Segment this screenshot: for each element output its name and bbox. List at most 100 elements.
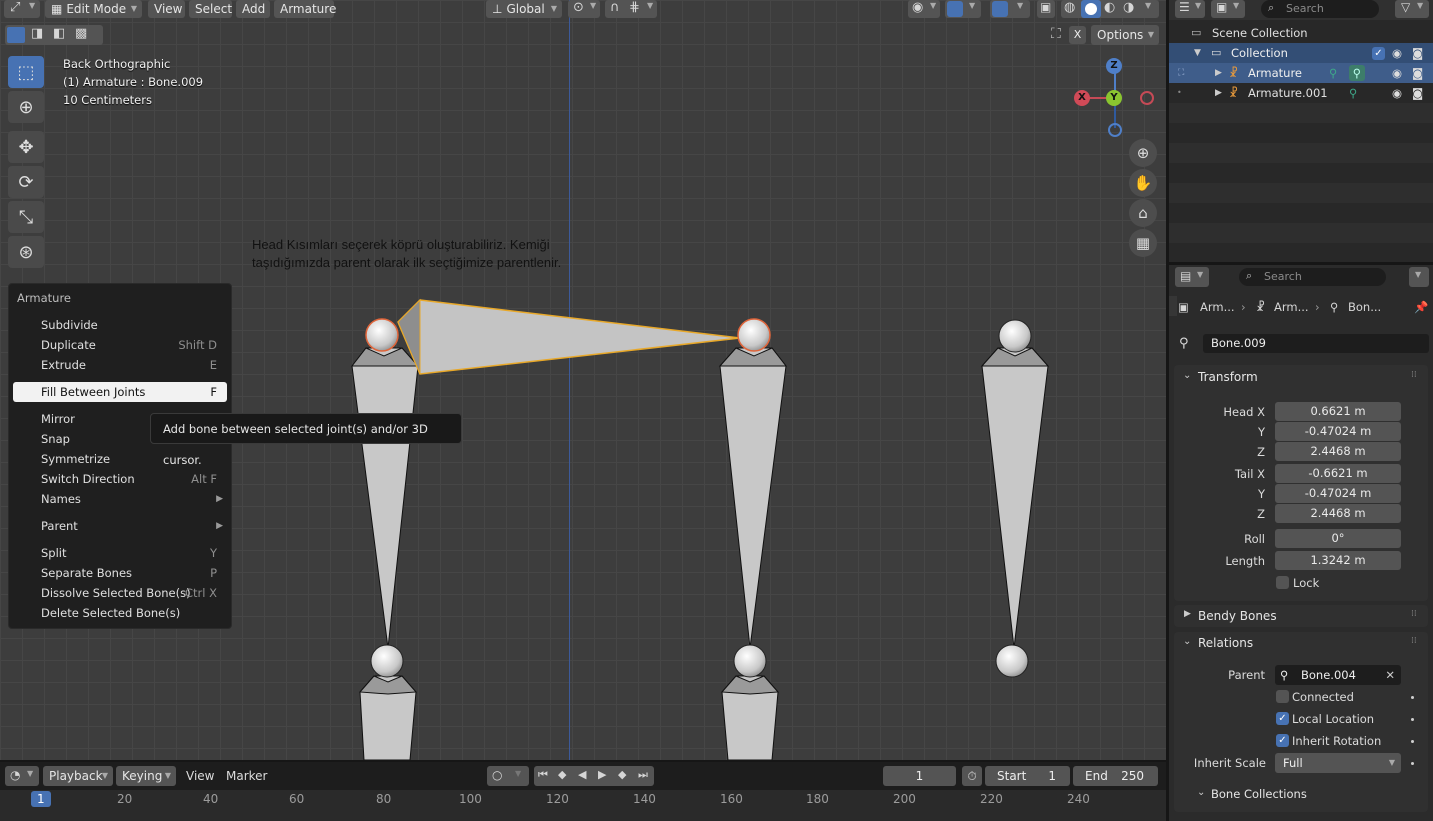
auto-keying-toggle[interactable]: ○ ▼ xyxy=(487,766,529,786)
area-divider[interactable] xyxy=(1166,0,1169,821)
expand-right-icon[interactable]: ▶ xyxy=(1184,609,1191,619)
play-reverse-icon[interactable]: ◀ xyxy=(578,768,586,781)
timeline-view-menu[interactable]: View xyxy=(186,766,214,786)
outliner-row-armature-001[interactable]: • ▶ ☧ Armature.001 ⚲ ◉ ◙ xyxy=(1169,83,1433,103)
keyframe-dot-icon[interactable] xyxy=(1411,718,1414,721)
connected-checkbox[interactable] xyxy=(1276,690,1289,703)
outliner-search-input[interactable]: ⌕ Search xyxy=(1261,0,1379,18)
collapse-down-icon[interactable]: ⌄ xyxy=(1183,370,1191,381)
relations-header[interactable]: Relations xyxy=(1198,636,1253,650)
menu-item-extrude[interactable]: Extrude E xyxy=(13,355,227,375)
display-mode-select[interactable]: ▣ ▼ xyxy=(1211,0,1245,18)
local-location-checkbox[interactable]: ✓ xyxy=(1276,712,1289,725)
head-z-field[interactable]: 2.4468 m xyxy=(1275,442,1401,461)
breadcrumb: ▣ Arm... › ☧ Arm... › ⚲ Bon... 📌 xyxy=(1178,300,1429,314)
clear-icon[interactable]: ✕ xyxy=(1385,665,1395,685)
keyframe-dot-icon[interactable] xyxy=(1411,696,1414,699)
tail-x-field[interactable]: -0.6621 m xyxy=(1275,464,1401,483)
expand-right-icon[interactable]: ▶ xyxy=(1215,63,1222,83)
keyframe-dot-icon[interactable] xyxy=(1411,740,1414,743)
outliner-row-scene-collection[interactable]: ▭ Scene Collection xyxy=(1169,23,1433,43)
expand-down-icon[interactable]: ▼ xyxy=(1194,43,1201,63)
inherit-scale-select[interactable]: Full ▼ xyxy=(1275,753,1401,773)
properties-options[interactable]: ▼ xyxy=(1409,267,1429,287)
tail-z-field[interactable]: 2.4468 m xyxy=(1275,504,1401,523)
filter-button[interactable]: ▽ ▼ xyxy=(1395,0,1429,18)
playback-menu[interactable]: Playback ▼ xyxy=(43,766,113,786)
bone-name-field[interactable]: Bone.009 xyxy=(1203,334,1429,353)
drag-handle-icon[interactable]: ⁞⁞ xyxy=(1411,370,1417,380)
menu-item-subdivide[interactable]: Subdivide xyxy=(13,315,227,335)
preview-range-toggle[interactable]: ⏱ xyxy=(962,766,982,786)
properties-search-input[interactable]: ⌕ Search xyxy=(1239,268,1386,286)
jump-start-icon[interactable]: ⏮ xyxy=(538,768,548,782)
outliner[interactable]: ☰ ▼ ▣ ▼ ⌕ Search ▽ ▼ ▭ Scene Collection ▼ ▭… xyxy=(1169,0,1433,262)
keying-menu[interactable]: Keying ▼ xyxy=(116,766,176,786)
eye-icon[interactable]: ◉ xyxy=(1392,43,1402,63)
jump-end-icon[interactable]: ⏭ xyxy=(638,768,648,782)
pose-data-icon: ⚲ xyxy=(1349,65,1365,81)
armature-data-icon: ⚲ xyxy=(1329,66,1338,80)
camera-render-icon[interactable]: ◙ xyxy=(1412,83,1423,103)
next-keyframe-icon[interactable]: ◆ xyxy=(618,768,626,781)
collapse-down-icon[interactable]: ⌄ xyxy=(1183,636,1191,647)
outliner-empty-row xyxy=(1169,143,1433,163)
menu-item-separate-bones[interactable]: Separate Bones P xyxy=(13,563,227,583)
drag-handle-icon[interactable]: ⁞⁞ xyxy=(1411,609,1417,619)
inherit-rotation-checkbox[interactable]: ✓ xyxy=(1276,734,1289,747)
outliner-editor-type[interactable]: ☰ ▼ xyxy=(1175,0,1205,18)
bone-left-upper xyxy=(351,347,419,649)
outliner-row-armature[interactable]: ⛶ ▶ ☧ Armature ⚲ ⚲ ◉ ◙ xyxy=(1169,63,1433,83)
timeline-editor-type[interactable]: ◔ ▼ xyxy=(5,766,39,786)
bendy-bones-header[interactable]: Bendy Bones xyxy=(1198,609,1277,623)
eye-icon[interactable]: ◉ xyxy=(1392,63,1402,83)
bone-collections-header[interactable]: Bone Collections xyxy=(1211,787,1307,801)
area-divider[interactable] xyxy=(1169,262,1433,265)
menu-item-names[interactable]: Names ▶ xyxy=(13,489,227,509)
pose-mode-icon[interactable]: ⛶ xyxy=(1178,63,1184,83)
pin-icon[interactable]: 📌 xyxy=(1414,300,1428,314)
tail-y-field[interactable]: -0.47024 m xyxy=(1275,484,1401,503)
menu-item-delete-bones[interactable]: Delete Selected Bone(s) xyxy=(13,603,227,623)
parent-field[interactable]: ⚲ Bone.004 ✕ xyxy=(1275,665,1401,685)
roll-field[interactable]: 0° xyxy=(1275,529,1401,548)
expand-right-icon[interactable]: ▶ xyxy=(1215,83,1222,103)
ruler-tick: 220 xyxy=(980,792,1003,806)
prev-keyframe-icon[interactable]: ◆ xyxy=(558,768,566,781)
ruler-tick: 120 xyxy=(546,792,569,806)
lock-checkbox[interactable] xyxy=(1276,576,1289,589)
timeline-marker-menu[interactable]: Marker xyxy=(226,766,267,786)
menu-item-parent[interactable]: Parent ▶ xyxy=(13,516,227,536)
camera-render-icon[interactable]: ◙ xyxy=(1412,43,1423,63)
playback-controls[interactable]: ⏮ ◆ ◀ ▶ ◆ ⏭ xyxy=(534,766,654,786)
menu-item-split[interactable]: Split Y xyxy=(13,543,227,563)
eye-icon[interactable]: ◉ xyxy=(1392,83,1402,103)
bone-icon: ⚲ xyxy=(1179,336,1189,351)
area-divider[interactable] xyxy=(0,760,1166,762)
menu-item-dissolve-bones[interactable]: Dissolve Selected Bone(s) Ctrl X xyxy=(13,583,227,603)
menu-item-fill-between-joints[interactable]: Fill Between Joints F xyxy=(13,382,227,402)
head-y-field[interactable]: -0.47024 m xyxy=(1275,422,1401,441)
search-icon: ⌕ xyxy=(1268,1,1275,14)
exclude-checkbox[interactable]: ✓ xyxy=(1372,47,1385,60)
ruler-tick: 80 xyxy=(376,792,392,806)
head-x-field[interactable]: 0.6621 m xyxy=(1275,402,1401,421)
drag-handle-icon[interactable]: ⁞⁞ xyxy=(1411,636,1417,646)
current-frame-field[interactable]: 1 xyxy=(883,766,956,786)
chevron-down-icon: ▼ xyxy=(1195,1,1202,10)
menu-item-duplicate[interactable]: Duplicate Shift D xyxy=(13,335,227,355)
keyframe-dot-icon[interactable] xyxy=(1411,762,1414,765)
outliner-row-collection[interactable]: ▼ ▭ Collection ✓ ◉ ◙ xyxy=(1169,43,1433,63)
joint-middle-tail xyxy=(733,644,767,678)
camera-render-icon[interactable]: ◙ xyxy=(1412,63,1423,83)
outliner-empty-row xyxy=(1169,183,1433,203)
length-field[interactable]: 1.3242 m xyxy=(1275,551,1401,570)
transform-header[interactable]: Transform xyxy=(1198,370,1258,384)
start-frame-field[interactable]: Start 1 xyxy=(985,766,1070,786)
properties-editor-type[interactable]: ▤ ▼ xyxy=(1175,267,1209,287)
end-frame-field[interactable]: End 250 xyxy=(1073,766,1158,786)
play-icon[interactable]: ▶ xyxy=(598,768,606,781)
chevron-down-icon: ▼ xyxy=(1415,270,1422,279)
collapse-down-icon[interactable]: ⌄ xyxy=(1197,787,1205,798)
joint-right-tail xyxy=(995,644,1029,678)
